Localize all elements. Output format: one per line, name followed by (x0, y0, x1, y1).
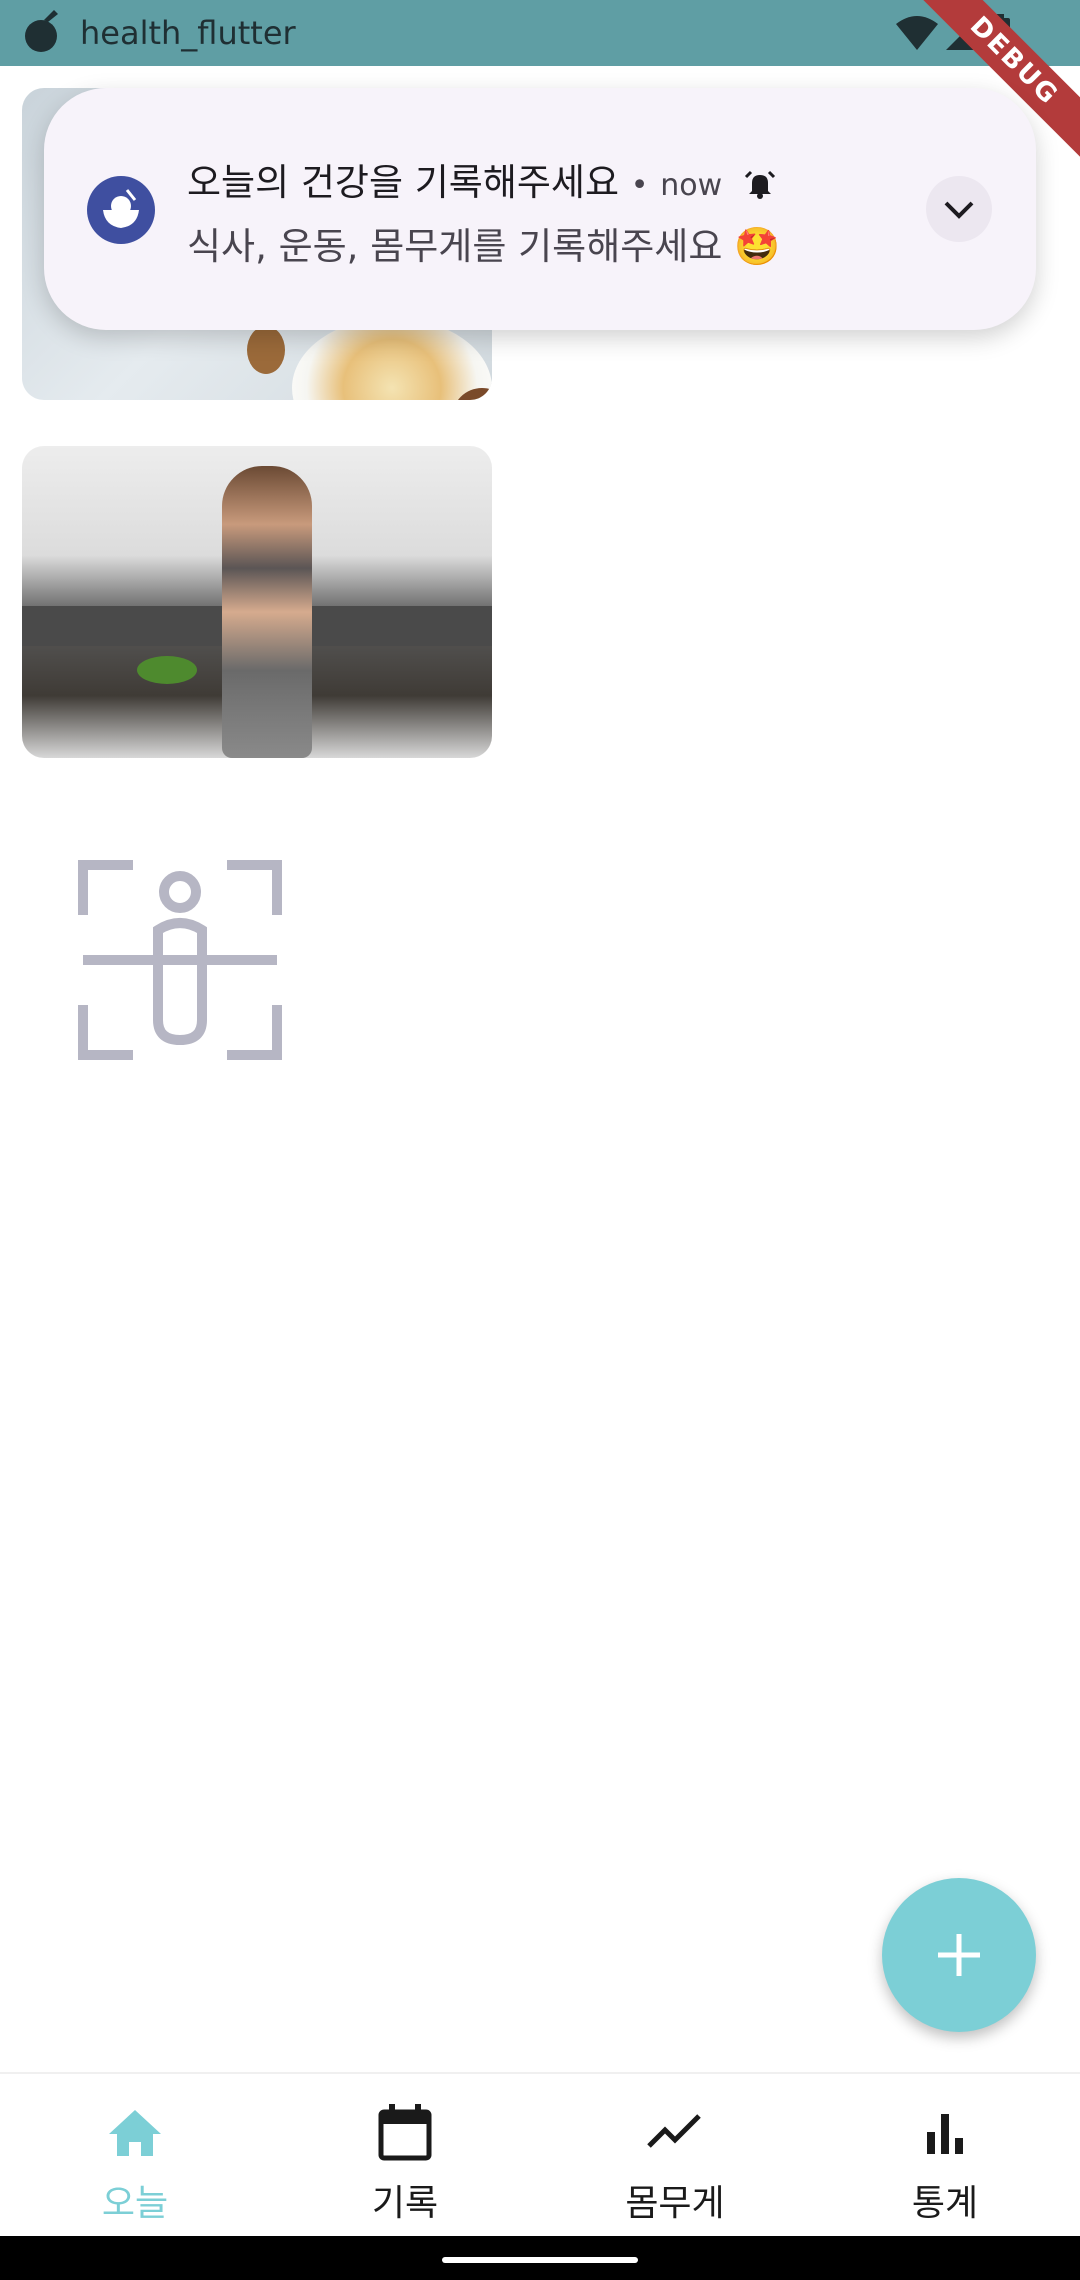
bar-chart-icon (927, 2114, 963, 2154)
trend-line-icon (647, 2114, 701, 2148)
chevron-down-icon (944, 201, 974, 219)
spoon-image (247, 326, 285, 374)
notification-title-line: 오늘의 건강을 기록해주세요 • now (187, 152, 776, 206)
salad-bowl-image (292, 318, 492, 400)
nav-label-today: 오늘 (101, 2183, 169, 2224)
bottom-navigation: 오늘 기록 몸무게 통계 (0, 2072, 1080, 2238)
notification-app-avatar (87, 176, 155, 244)
nav-item-stats[interactable]: 통계 (810, 2074, 1080, 2238)
nav-label-weight: 몸무게 (625, 2183, 725, 2224)
home-gesture-handle[interactable] (442, 2257, 638, 2263)
plus-icon (938, 1934, 980, 1976)
calendar-icon (378, 2104, 432, 2161)
nav-label-records: 기록 (371, 2183, 439, 2224)
vegetables-image (137, 656, 197, 684)
alarm-bell-icon (744, 170, 775, 199)
app-logo-icon (25, 10, 58, 52)
rice-bowl-icon (103, 189, 139, 228)
fitness-image-card[interactable] (22, 446, 492, 758)
nav-item-today[interactable]: 오늘 (0, 2074, 270, 2238)
nav-label-stats: 통계 (911, 2183, 979, 2224)
status-bar: health_flutter (0, 0, 1080, 66)
wifi-icon (896, 16, 938, 50)
nav-item-weight[interactable]: 몸무게 (540, 2074, 810, 2238)
notification-separator: • (630, 168, 649, 203)
notification-time: now (660, 168, 723, 203)
home-icon (109, 2110, 161, 2156)
notification-body: 식사, 운동, 몸무게를 기록해주세요 🤩 (187, 225, 781, 268)
nav-item-records[interactable]: 기록 (270, 2074, 540, 2238)
add-record-button[interactable] (882, 1878, 1036, 2032)
notification-card[interactable]: 오늘의 건강을 기록해주세요 • now 식사, 운동, 몸무게를 기록해주세요… (44, 88, 1036, 330)
body-scan-icon (78, 860, 282, 1060)
app-name: health_flutter (80, 14, 296, 52)
expand-button[interactable] (926, 176, 992, 242)
notification-title: 오늘의 건강을 기록해주세요 (187, 161, 620, 204)
woman-figure-image (222, 466, 312, 758)
system-navigation-bar (0, 2236, 1080, 2280)
